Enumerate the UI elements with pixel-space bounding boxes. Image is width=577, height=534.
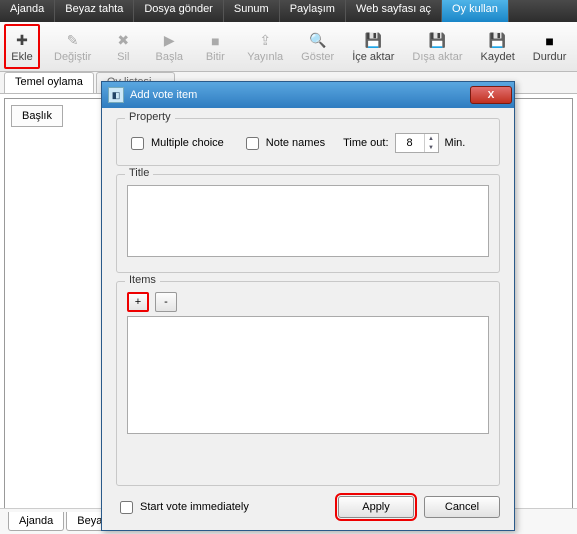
- add-item-button[interactable]: +: [127, 292, 149, 312]
- title-fieldset: Title: [116, 174, 500, 273]
- sil-label: Sil: [117, 51, 129, 63]
- degistir-label: Değiştir: [54, 51, 91, 63]
- dialog-close-button[interactable]: X: [470, 86, 512, 104]
- property-fieldset: Property Multiple choice Note names Time…: [116, 118, 500, 166]
- ekle-button[interactable]: ✚ Ekle: [4, 24, 40, 69]
- yayinla-label: Yayınla: [247, 51, 283, 63]
- dialog-app-icon: ◧: [108, 87, 124, 103]
- ice-aktar-button[interactable]: 💾 İçe aktar: [348, 24, 398, 69]
- timeout-group: Time out: ▲ ▼ Min.: [343, 133, 465, 153]
- play-icon: ▶: [159, 31, 179, 51]
- spinner-up-icon[interactable]: ▲: [424, 134, 438, 143]
- ice-aktar-label: İçe aktar: [352, 51, 394, 63]
- add-vote-item-dialog: ◧ Add vote item X Property Multiple choi…: [101, 81, 515, 531]
- delete-icon: ✖: [113, 31, 133, 51]
- timeout-spinner[interactable]: ▲ ▼: [395, 133, 439, 153]
- import-icon: 💾: [363, 31, 383, 51]
- dialog-footer: Start vote immediately Apply Cancel: [102, 486, 514, 530]
- remove-item-button[interactable]: -: [155, 292, 177, 312]
- note-names-label: Note names: [266, 137, 325, 149]
- bottomtab-ajanda[interactable]: Ajanda: [8, 512, 64, 531]
- show-icon: 🔍: [308, 31, 328, 51]
- items-fieldset: Items + -: [116, 281, 500, 486]
- save-icon: 💾: [488, 31, 508, 51]
- multiple-choice-option[interactable]: Multiple choice: [127, 134, 224, 153]
- export-icon: 💾: [427, 31, 447, 51]
- dialog-title-text: Add vote item: [130, 89, 197, 101]
- yayinla-button[interactable]: ⇪ Yayınla: [243, 24, 287, 69]
- start-immediately-label: Start vote immediately: [140, 501, 249, 513]
- apply-button[interactable]: Apply: [338, 496, 414, 518]
- dialog-body: Property Multiple choice Note names Time…: [102, 108, 514, 486]
- timeout-label: Time out:: [343, 137, 388, 149]
- publish-icon: ⇪: [255, 31, 275, 51]
- stop-rec-icon: ■: [540, 31, 560, 51]
- tab-dosya-gonder[interactable]: Dosya gönder: [134, 0, 224, 22]
- property-legend: Property: [125, 111, 175, 123]
- tab-beyaz-tahta[interactable]: Beyaz tahta: [55, 0, 134, 22]
- cancel-button[interactable]: Cancel: [424, 496, 500, 518]
- kaydet-button[interactable]: 💾 Kaydet: [477, 24, 519, 69]
- goster-label: Göster: [301, 51, 334, 63]
- tab-oy-kullan[interactable]: Oy kullan: [442, 0, 509, 22]
- spinner-down-icon[interactable]: ▼: [424, 143, 438, 152]
- basla-label: Başla: [156, 51, 184, 63]
- start-immediately-checkbox[interactable]: [120, 501, 133, 514]
- note-names-checkbox[interactable]: [246, 137, 259, 150]
- tab-sunum[interactable]: Sunum: [224, 0, 280, 22]
- dialog-titlebar[interactable]: ◧ Add vote item X: [102, 82, 514, 108]
- title-legend: Title: [125, 167, 153, 179]
- subtab-temel-oylama[interactable]: Temel oylama: [4, 72, 94, 93]
- ekle-label: Ekle: [11, 51, 32, 63]
- tab-web-sayfasi-ac[interactable]: Web sayfası aç: [346, 0, 442, 22]
- bitir-label: Bitir: [206, 51, 225, 63]
- edit-icon: ✎: [63, 31, 83, 51]
- main-tabstrip: Ajanda Beyaz tahta Dosya gönder Sunum Pa…: [0, 0, 577, 22]
- timeout-input[interactable]: [396, 134, 424, 152]
- add-file-icon: ✚: [12, 31, 32, 51]
- items-listbox[interactable]: [127, 316, 489, 434]
- items-legend: Items: [125, 274, 160, 286]
- start-immediately-option[interactable]: Start vote immediately: [116, 498, 249, 517]
- disa-aktar-label: Dışa aktar: [412, 51, 462, 63]
- disa-aktar-button[interactable]: 💾 Dışa aktar: [408, 24, 466, 69]
- multiple-choice-label: Multiple choice: [151, 137, 224, 149]
- multiple-choice-checkbox[interactable]: [131, 137, 144, 150]
- goster-button[interactable]: 🔍 Göster: [297, 24, 338, 69]
- tab-paylasim[interactable]: Paylaşım: [280, 0, 346, 22]
- kaydet-label: Kaydet: [481, 51, 515, 63]
- stop-icon: ■: [205, 31, 225, 51]
- basla-button[interactable]: ▶ Başla: [151, 24, 187, 69]
- bitir-button[interactable]: ■ Bitir: [197, 24, 233, 69]
- column-header-baslik[interactable]: Başlık: [11, 105, 63, 127]
- timeout-unit: Min.: [445, 137, 466, 149]
- sil-button[interactable]: ✖ Sil: [105, 24, 141, 69]
- title-textarea[interactable]: [127, 185, 489, 257]
- tab-ajanda[interactable]: Ajanda: [0, 0, 55, 22]
- durdur-button[interactable]: ■ Durdur: [529, 24, 571, 69]
- durdur-label: Durdur: [533, 51, 567, 63]
- ribbon-toolbar: ✚ Ekle ✎ Değiştir ✖ Sil ▶ Başla ■ Bitir …: [0, 22, 577, 72]
- degistir-button[interactable]: ✎ Değiştir: [50, 24, 95, 69]
- note-names-option[interactable]: Note names: [242, 134, 325, 153]
